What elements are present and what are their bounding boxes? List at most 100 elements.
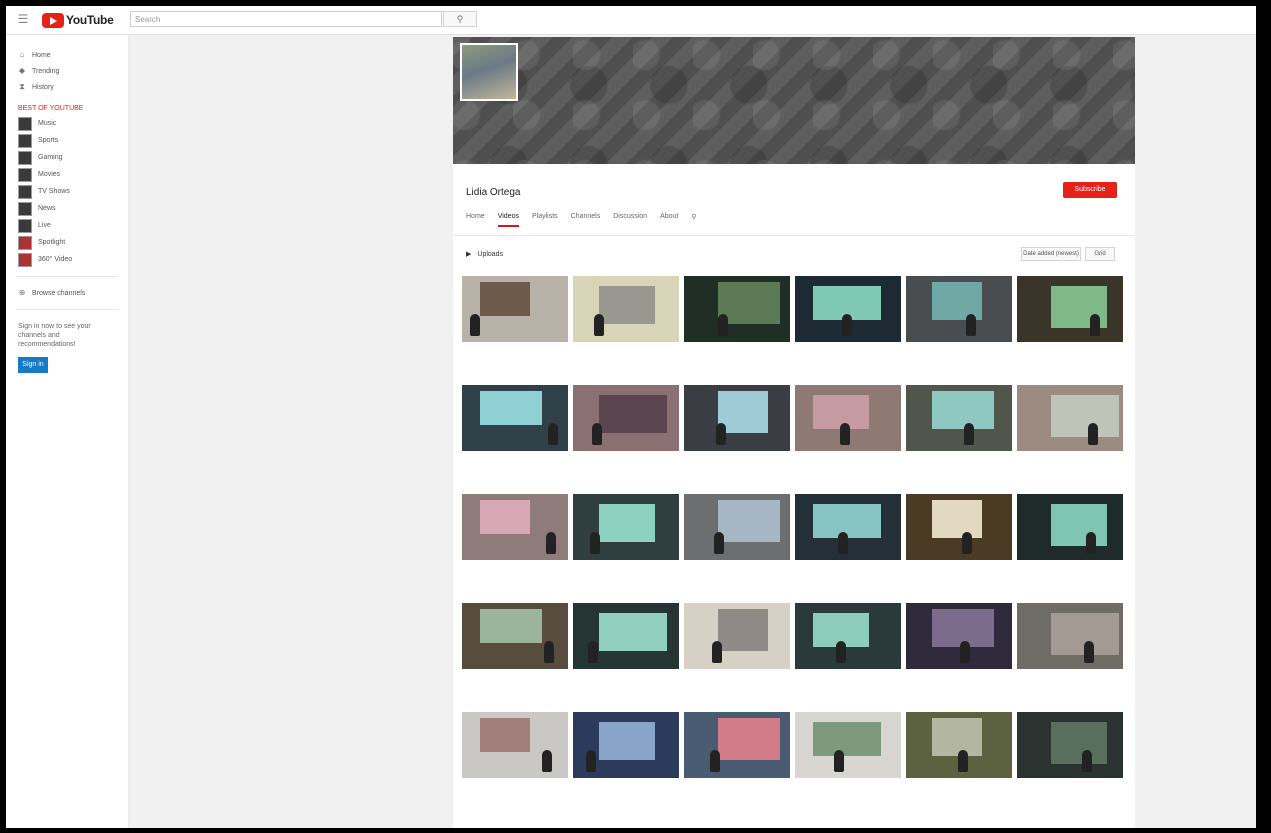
tab-home[interactable]: Home: [466, 213, 485, 227]
video-title[interactable]: [1017, 673, 1123, 689]
video-item[interactable]: [684, 385, 790, 488]
video-thumbnail[interactable]: [1017, 603, 1123, 669]
video-item[interactable]: [684, 712, 790, 815]
guide-channel-360-video[interactable]: 360° Video: [6, 251, 128, 268]
video-title[interactable]: [462, 564, 568, 580]
guide-item-home[interactable]: ⌂ Home: [6, 47, 128, 63]
video-thumbnail[interactable]: [684, 494, 790, 560]
search-input[interactable]: Search: [130, 11, 442, 27]
guide-channel-live[interactable]: Live: [6, 217, 128, 234]
video-title[interactable]: [573, 673, 679, 689]
video-item[interactable]: [462, 385, 568, 488]
video-title[interactable]: [684, 455, 790, 471]
guide-browse-channels[interactable]: ⊕ Browse channels: [6, 285, 128, 301]
video-thumbnail[interactable]: [1017, 494, 1123, 560]
tab-discussion[interactable]: Discussion: [613, 213, 647, 227]
sort-dropdown[interactable]: Date added (newest): [1021, 247, 1081, 261]
video-thumbnail[interactable]: [573, 603, 679, 669]
guide-item-trending[interactable]: ◆ Trending: [6, 63, 128, 79]
youtube-logo[interactable]: YouTube: [42, 12, 114, 28]
video-item[interactable]: [573, 603, 679, 706]
video-thumbnail[interactable]: [684, 276, 790, 342]
video-thumbnail[interactable]: [684, 603, 790, 669]
video-item[interactable]: [462, 276, 568, 379]
video-title[interactable]: [684, 346, 790, 362]
channel-title[interactable]: Lidia Ortega: [466, 187, 520, 198]
video-title[interactable]: [1017, 346, 1123, 362]
guide-channel-news[interactable]: News: [6, 200, 128, 217]
video-title[interactable]: [1017, 564, 1123, 580]
video-item[interactable]: [573, 276, 679, 379]
video-item[interactable]: [795, 494, 901, 597]
guide-channel-gaming[interactable]: Gaming: [6, 149, 128, 166]
video-item[interactable]: [684, 276, 790, 379]
video-thumbnail[interactable]: [1017, 276, 1123, 342]
video-title[interactable]: [795, 455, 901, 471]
video-thumbnail[interactable]: [906, 385, 1012, 451]
video-item[interactable]: [1017, 712, 1123, 815]
video-title[interactable]: [1017, 782, 1123, 798]
video-item[interactable]: [462, 494, 568, 597]
video-item[interactable]: [573, 712, 679, 815]
video-item[interactable]: [795, 276, 901, 379]
tab-videos[interactable]: Videos: [497, 213, 519, 227]
tab-channels[interactable]: Channels: [571, 213, 601, 227]
video-thumbnail[interactable]: [906, 712, 1012, 778]
tab-search-icon[interactable]: ⚲: [691, 213, 696, 227]
video-title[interactable]: [684, 564, 790, 580]
video-title[interactable]: [462, 455, 568, 471]
guide-channel-movies[interactable]: Movies: [6, 166, 128, 183]
video-item[interactable]: [573, 494, 679, 597]
video-title[interactable]: [795, 673, 901, 689]
video-item[interactable]: [906, 494, 1012, 597]
video-thumbnail[interactable]: [906, 494, 1012, 560]
channel-avatar[interactable]: [460, 43, 518, 101]
video-thumbnail[interactable]: [573, 276, 679, 342]
video-thumbnail[interactable]: [795, 712, 901, 778]
search-button[interactable]: ⚲: [443, 11, 477, 27]
video-thumbnail[interactable]: [462, 276, 568, 342]
video-title[interactable]: [795, 782, 901, 798]
video-title[interactable]: [573, 346, 679, 362]
video-item[interactable]: [795, 385, 901, 488]
video-item[interactable]: [1017, 603, 1123, 706]
video-thumbnail[interactable]: [573, 712, 679, 778]
video-title[interactable]: [573, 782, 679, 798]
video-thumbnail[interactable]: [906, 603, 1012, 669]
video-item[interactable]: [795, 603, 901, 706]
video-thumbnail[interactable]: [1017, 385, 1123, 451]
video-title[interactable]: [1017, 455, 1123, 471]
video-title[interactable]: [684, 782, 790, 798]
video-item[interactable]: [906, 276, 1012, 379]
video-item[interactable]: [684, 494, 790, 597]
video-item[interactable]: [1017, 276, 1123, 379]
video-item[interactable]: [462, 712, 568, 815]
subscribe-button[interactable]: Subscribe: [1063, 182, 1117, 198]
video-item[interactable]: [795, 712, 901, 815]
video-title[interactable]: [795, 564, 901, 580]
video-thumbnail[interactable]: [795, 276, 901, 342]
video-thumbnail[interactable]: [684, 712, 790, 778]
video-thumbnail[interactable]: [795, 603, 901, 669]
guide-item-history[interactable]: ⧗ History: [6, 79, 128, 95]
menu-icon[interactable]: ☰: [16, 12, 30, 26]
guide-channel-spotlight[interactable]: Spotlight: [6, 234, 128, 251]
video-title[interactable]: [906, 455, 1012, 471]
video-item[interactable]: [906, 712, 1012, 815]
video-item[interactable]: [462, 603, 568, 706]
video-item[interactable]: [573, 385, 679, 488]
video-title[interactable]: [573, 564, 679, 580]
video-title[interactable]: [795, 346, 901, 362]
video-item[interactable]: [906, 385, 1012, 488]
video-item[interactable]: [684, 603, 790, 706]
video-title[interactable]: [906, 782, 1012, 798]
video-item[interactable]: [906, 603, 1012, 706]
video-thumbnail[interactable]: [906, 276, 1012, 342]
video-thumbnail[interactable]: [1017, 712, 1123, 778]
guide-channel-sports[interactable]: Sports: [6, 132, 128, 149]
video-title[interactable]: [906, 673, 1012, 689]
video-thumbnail[interactable]: [684, 385, 790, 451]
video-title[interactable]: [462, 782, 568, 798]
video-title[interactable]: [906, 346, 1012, 362]
signin-button[interactable]: Sign in: [18, 357, 48, 373]
